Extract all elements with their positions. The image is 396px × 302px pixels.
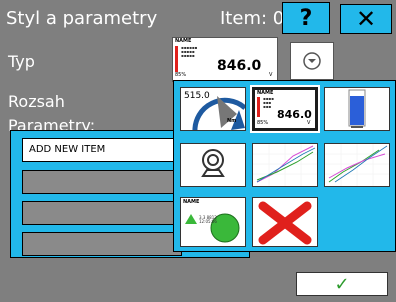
preview-unit: V: [269, 72, 273, 78]
gauge-unit: Nm: [227, 118, 237, 124]
webcam-icon: [201, 149, 225, 177]
chevron-down-icon: [303, 52, 321, 70]
close-button[interactable]: ✕: [340, 4, 392, 34]
rozsah-label: Rozsah: [8, 92, 65, 111]
tile-bar-lines: ▪▪▪▪ ▪▪▪ ▪▪▪: [263, 96, 274, 109]
gallery-tile-status[interactable]: NAME 3.3 8812 12:05:06: [180, 197, 246, 247]
preview-red-bar: [175, 46, 178, 72]
help-icon: ?: [299, 5, 313, 31]
typ-dropdown-button[interactable]: [290, 42, 334, 80]
list-item[interactable]: [22, 232, 182, 256]
list-item[interactable]: [22, 170, 182, 194]
page-title: Styl a parametry: [6, 8, 158, 29]
list-item[interactable]: [22, 201, 182, 225]
close-icon: ✕: [355, 5, 377, 33]
line-chart-icon: [253, 144, 317, 186]
list-item-add-new[interactable]: ADD NEW ITEM: [22, 138, 182, 162]
check-icon: ✓: [334, 273, 350, 295]
typ-preview[interactable]: NAME ▪▪▪▪▪▪ ▪▪▪▪▪ ▪▪▪▪▪ 846.0 85% V: [172, 37, 278, 82]
tile-bar-red: [257, 97, 260, 117]
item-counter: Item: 0: [220, 8, 285, 29]
preview-name: NAME: [175, 38, 192, 44]
tile-bar-unit: V: [307, 120, 311, 126]
status-name: NAME: [183, 199, 200, 205]
gallery-tile-line-chart-1[interactable]: [252, 143, 318, 187]
gallery-tile-delete[interactable]: [252, 197, 318, 247]
preview-percent: 85%: [175, 72, 187, 78]
status-small-text: 3.3 8812 12:05:06: [199, 215, 217, 224]
delete-icon: [258, 201, 312, 245]
ok-button[interactable]: ✓: [296, 272, 388, 296]
gauge-value: 515.0: [184, 91, 210, 101]
tank-icon: [348, 89, 366, 128]
gallery-tile-tank[interactable]: [324, 87, 390, 131]
preview-small-lines: ▪▪▪▪▪▪ ▪▪▪▪▪ ▪▪▪▪▪: [181, 45, 198, 58]
gallery-tile-webcam[interactable]: [180, 143, 246, 187]
widget-gallery-panel: 515.0 Nm NAME ▪▪▪▪ ▪▪▪ ▪▪▪ 846.0 85% V N…: [173, 80, 396, 252]
gallery-tile-line-chart-2[interactable]: [324, 143, 390, 187]
gallery-tile-bar-value[interactable]: NAME ▪▪▪▪ ▪▪▪ ▪▪▪ 846.0 85% V: [250, 85, 320, 133]
typ-label: Typ: [8, 52, 35, 71]
preview-value: 846.0: [217, 58, 262, 74]
help-button[interactable]: ?: [282, 2, 330, 34]
gallery-tile-gauge[interactable]: 515.0 Nm: [180, 87, 246, 131]
tile-bar-percent: 85%: [257, 120, 269, 126]
line-chart-icon: [325, 144, 389, 186]
